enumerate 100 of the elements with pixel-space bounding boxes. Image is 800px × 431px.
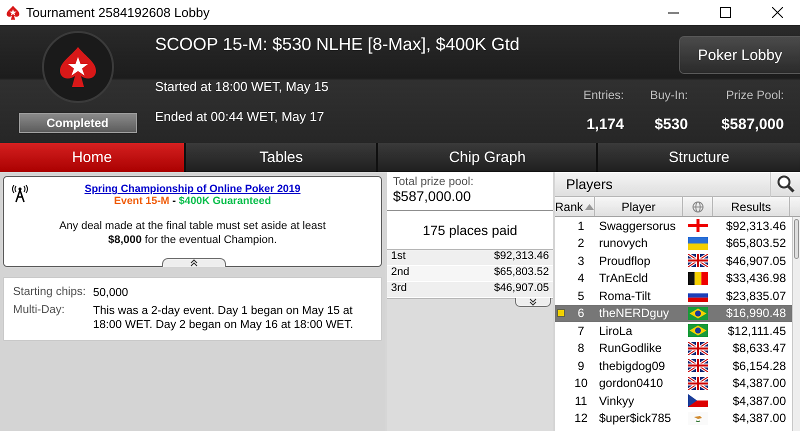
rank-cell-text: 8 [576,341,586,356]
rank-cell-text: 3 [576,254,586,268]
prize-amount: $92,313.46 [494,250,549,264]
search-icon [776,175,794,193]
total-prize-label: Total prize pool: [393,176,475,188]
rank-cell-text: 11 [574,394,588,408]
stat-value: $530 [654,116,688,133]
player-name: runovych [598,236,649,250]
place-label: 1st [391,250,406,264]
double-chevron-down-icon [528,298,538,306]
broadcast-tower-icon [12,185,28,203]
expand-button[interactable] [515,298,551,307]
player-name: Vinkyy [598,394,636,408]
tab[interactable]: Tables [186,143,376,172]
result-cell-text: $8,633.47 [732,341,787,356]
column-header[interactable]: Player [595,197,683,216]
collapse-button[interactable] [162,258,226,267]
player-row[interactable]: 6 theNERDguy $16,990.48 [555,304,792,322]
rank-cell-text: 5 [576,288,586,303]
flag-icon [688,236,708,250]
stat-label: Prize Pool: [726,88,784,104]
result-cell-text: $23,835.07 [724,288,787,303]
player-name: $uper$ick785 [598,411,672,426]
spade-star-logo [58,45,98,89]
rank-cell-text: 2 [576,236,586,250]
result-cell-text: $4,387.00 [732,394,787,408]
double-chevron-up-icon [189,259,199,267]
flag-icon [688,272,708,285]
scrollbar-thumb[interactable] [794,219,799,259]
flag-icon [688,376,708,390]
rank-cell-text: 12 [573,411,589,426]
player-row[interactable]: 5 Roma-Tilt $23,835.07 [555,287,792,304]
player-name: TrAnEcld [598,271,649,286]
player-row[interactable]: 7 LiroLa $12,111.45 [555,322,792,340]
rank-cell-text: 10 [573,376,589,390]
total-prize-value: $587,000.00 [393,188,472,204]
flag-icon [688,359,708,372]
status-ribbon: Completed [18,113,136,133]
stat-value: 1,174 [586,116,624,133]
player-name: Swaggersorus [598,218,677,233]
maximize-icon [720,7,730,18]
result-cell-text: $16,990.48 [724,306,787,320]
rank-cell-text: 7 [576,324,586,338]
flag-icon [688,306,708,320]
place-label: 2nd [391,266,410,280]
column-header[interactable]: Rank [555,197,595,216]
stat-value: $587,000 [721,116,784,133]
player-row[interactable]: 10 gordon0410 $4,387.00 [555,374,792,392]
rank-cell-text: 6 [576,306,586,320]
prize-amount: $65,803.52 [494,266,549,280]
start-time: Started at 18:00 WET, May 15 [155,78,330,96]
stat-label: Buy-In: [650,88,688,104]
tab[interactable]: Structure [598,143,800,172]
own-player-marker [557,309,565,318]
player-name: LiroLa [598,324,634,338]
player-name: Proudflop [598,254,652,268]
detail-value: 50,000 [93,286,130,300]
event-line: Event 15-M - $400K Guaranteed [114,195,271,207]
rank-cell-text: 1 [576,218,586,233]
player-row[interactable]: 2 runovych $65,803.52 [555,234,792,252]
spade-star-logo [6,4,20,20]
result-cell-text: $12,111.45 [726,324,787,338]
player-name: thebigdog09 [598,358,666,373]
window-title: Tournament 2584192608 Lobby [26,5,211,20]
player-row[interactable]: 1 Swaggersorus $92,313.46 [555,217,792,234]
player-name: theNERDguy [598,306,670,320]
result-cell-text: $4,387.00 [732,376,787,390]
detail-value: This was a 2-day event. Day 1 began on May 15 at 18:00 WET. Day 2 began on May 16 at 18:00 WET. [93,304,354,332]
sort-up-icon [585,204,594,210]
poker-lobby-button[interactable]: Poker Lobby [679,36,800,74]
detail-label: Multi-Day: [13,304,66,318]
column-header[interactable]: Results [713,197,790,216]
player-name: RunGodlike [598,341,663,356]
result-cell-text: $92,313.46 [724,218,787,233]
championship-link[interactable]: Spring Championship of Online Poker 2019 [84,183,300,195]
result-cell-text: $46,907.05 [724,254,787,268]
player-name: Roma-Tilt [598,288,652,303]
player-row[interactable]: 8 RunGodlike $8,633.47 [555,340,792,357]
tab[interactable]: Home [0,143,184,172]
globe-icon [692,200,704,212]
player-row[interactable]: 4 TrAnEcld $33,436.98 [555,270,792,287]
rank-cell-text: 4 [576,271,586,286]
player-row[interactable]: 12 $uper$ick785 $4,387.00 [555,410,792,427]
player-row[interactable]: 3 Proudflop $46,907.05 [555,252,792,270]
flag-icon [688,342,708,355]
tab[interactable]: Chip Graph [378,143,596,172]
result-cell-text: $33,436.98 [724,271,787,286]
close-icon [772,7,782,18]
deal-message: Any deal made at the final table must set aside at least $8,000 for the eventual Champion. [58,219,327,247]
prize-amount: $46,907.05 [494,282,549,296]
flag-icon [688,219,708,232]
result-cell-text: $6,154.28 [732,358,787,373]
place-label: 3rd [391,282,407,296]
player-row[interactable]: 9 thebigdog09 $6,154.28 [555,357,792,374]
players-title: Players [566,176,613,192]
flag-icon [688,254,708,268]
player-row[interactable]: 11 Vinkyy $4,387.00 [555,392,792,410]
tournament-title: SCOOP 15-M: $530 NLHE [8-Max], $400K Gtd [155,34,520,56]
detail-label: Starting chips: [13,286,87,300]
flag-icon [688,394,708,408]
